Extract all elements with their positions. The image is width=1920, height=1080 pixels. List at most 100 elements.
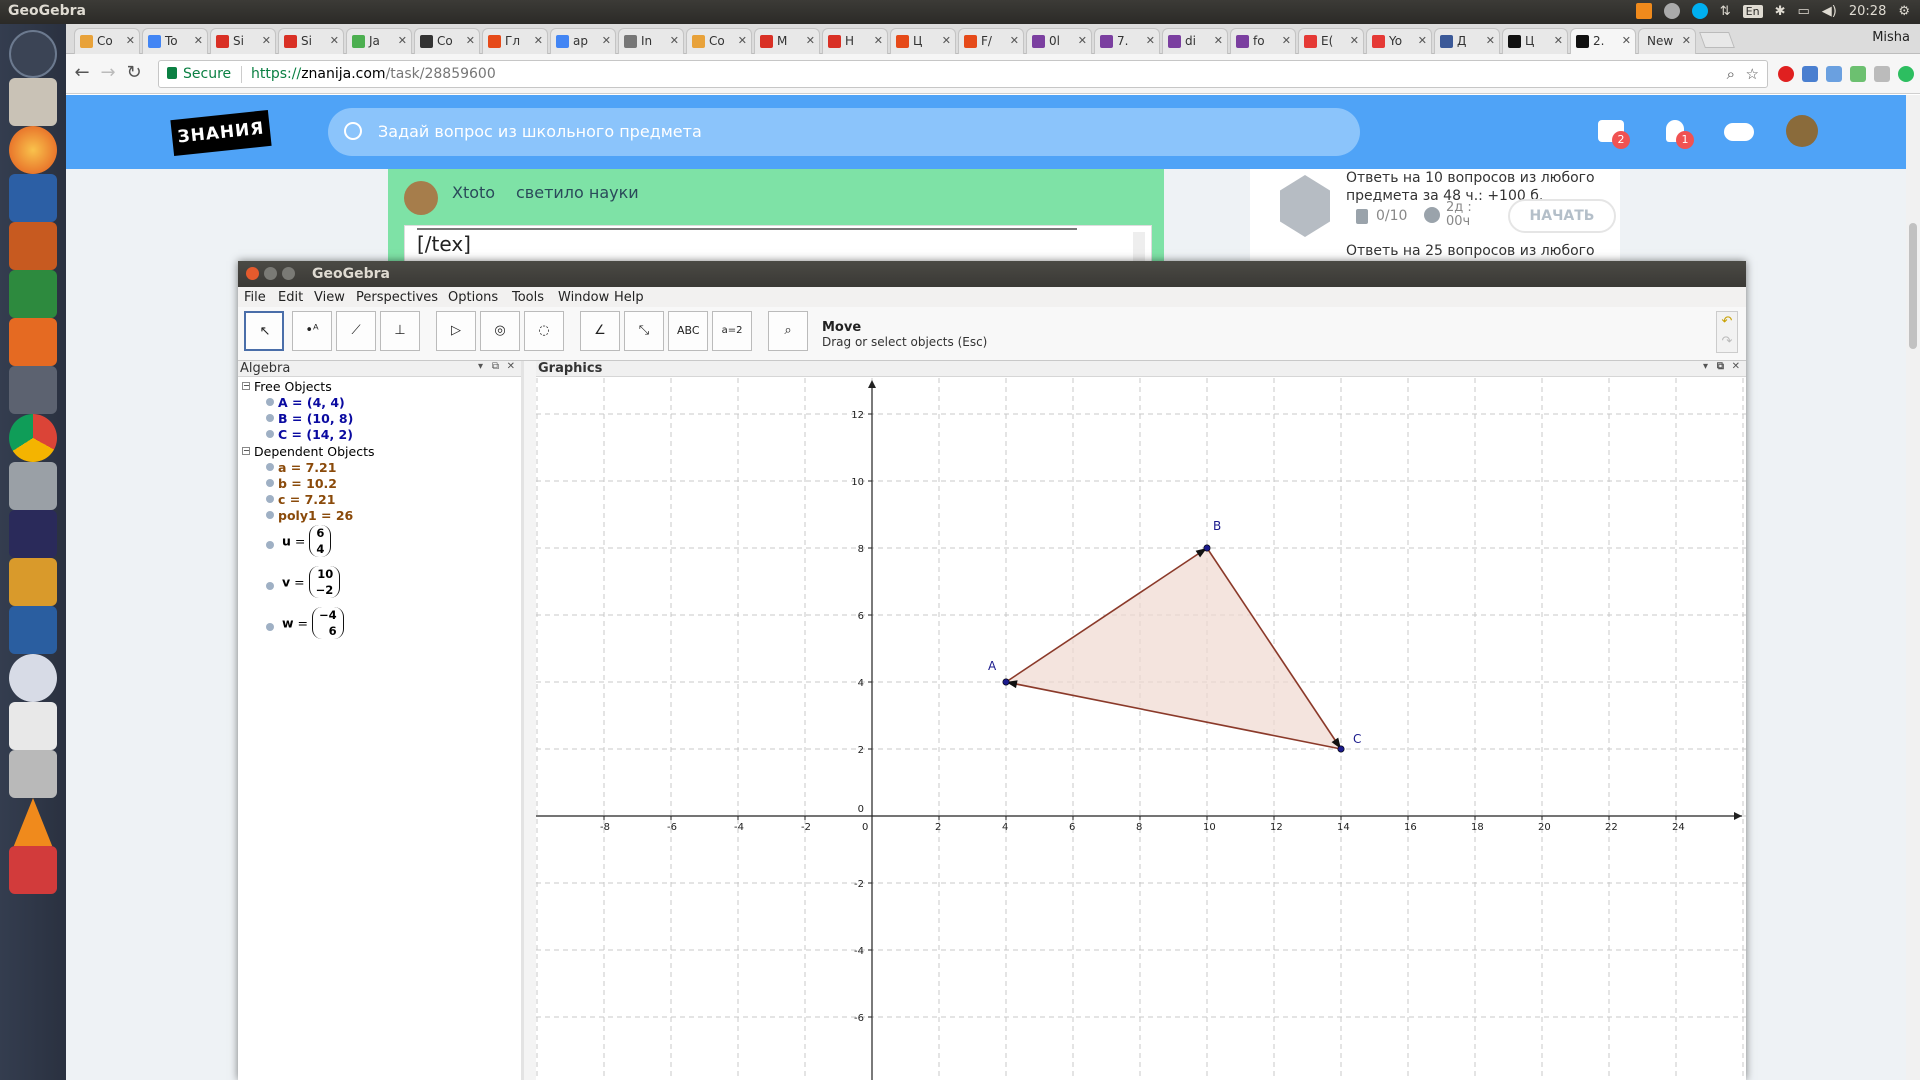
vector-row[interactable]: v = 10 −2 [266,566,341,598]
tab-close-icon[interactable]: ✕ [670,34,679,47]
browser-tab[interactable]: Ja ✕ [346,28,412,54]
browser-tab[interactable]: Co ✕ [74,28,140,54]
free-object-row[interactable]: A = (4, 4) [266,395,345,410]
tab-close-icon[interactable]: ✕ [1282,34,1291,47]
browser-tab[interactable]: Co ✕ [414,28,480,54]
vlc-icon[interactable] [13,798,53,846]
tab-close-icon[interactable]: ✕ [126,34,135,47]
zoom-tool-button[interactable]: ⌕ [768,311,808,351]
menu-view[interactable]: View [314,290,345,305]
vlc-tray-icon[interactable] [1635,3,1652,19]
browser-tab[interactable]: Д ✕ [1434,28,1500,54]
grey-extension-icon[interactable] [1874,66,1890,82]
evernote-extension-icon[interactable] [1898,66,1914,82]
tab-close-icon[interactable]: ✕ [262,34,271,47]
back-button[interactable]: ← [70,62,94,86]
menu-help[interactable]: Help [614,290,644,305]
browser-tab[interactable]: 2. ✕ [1570,28,1636,54]
algebra-close-icon[interactable]: ✕ [507,361,515,372]
menu-window[interactable]: Window [558,290,609,305]
extension-icon[interactable] [1802,66,1818,82]
maximize-icon[interactable] [282,267,295,280]
browser-tab[interactable]: Ц ✕ [1502,28,1568,54]
browser-tab[interactable]: 0l ✕ [1026,28,1092,54]
visibility-toggle[interactable] [266,479,274,487]
tab-close-icon[interactable]: ✕ [1078,34,1087,47]
menu-perspectives[interactable]: Perspectives [356,290,438,305]
stellarium-icon[interactable] [9,510,57,558]
mail-tray-icon[interactable] [1663,3,1680,19]
algebra-menu-icon[interactable]: ▾ [478,361,483,372]
tab-close-icon[interactable]: ✕ [602,34,611,47]
tab-close-icon[interactable]: ✕ [398,34,407,47]
vector-row[interactable]: w = −4 6 [266,607,344,639]
author-avatar[interactable] [404,181,438,215]
browser-tab[interactable]: Si ✕ [210,28,276,54]
geogebra-icon[interactable] [9,654,57,702]
texmaker-icon[interactable] [9,606,57,654]
visibility-toggle[interactable] [266,414,274,422]
tab-close-icon[interactable]: ✕ [466,34,475,47]
opera-extension-icon[interactable] [1778,66,1794,82]
visibility-toggle[interactable] [266,495,274,503]
menu-edit[interactable]: Edit [278,290,303,305]
browser-tab[interactable]: To ✕ [142,28,208,54]
help-icon[interactable] [9,462,57,510]
tab-close-icon[interactable]: ✕ [1554,34,1563,47]
tab-close-icon[interactable]: ✕ [738,34,747,47]
reload-button[interactable]: ↻ [122,62,146,86]
tab-close-icon[interactable]: ✕ [1418,34,1427,47]
author-name[interactable]: Xtoto [452,183,495,202]
browser-tab[interactable]: Si ✕ [278,28,344,54]
browser-tab[interactable]: di ✕ [1162,28,1228,54]
dependent-object-row[interactable]: a = 7.21 [266,460,336,475]
zoom-icon[interactable]: ⌕ [1727,65,1735,83]
start-challenge-button[interactable]: НАЧАТЬ [1508,199,1616,233]
undo-redo-buttons[interactable]: ↶ ↷ [1716,311,1738,353]
pen-extension-icon[interactable] [1826,66,1842,82]
system-settings-icon[interactable] [9,366,57,414]
browser-tab[interactable]: Гл ✕ [482,28,548,54]
browser-tab[interactable]: fo ✕ [1230,28,1296,54]
browser-tab[interactable]: Yo ✕ [1366,28,1432,54]
vector-row[interactable]: u = 6 4 [266,525,332,557]
installer-icon[interactable] [9,750,57,798]
visibility-toggle[interactable] [266,541,274,549]
reflect-tool-button[interactable]: ⤡ [624,311,664,351]
tab-close-icon[interactable]: ✕ [942,34,951,47]
text-editor-icon[interactable] [9,702,57,750]
browser-tab[interactable]: Co ✕ [686,28,752,54]
tab-close-icon[interactable]: ✕ [534,34,543,47]
angle-tool-button[interactable]: ∠ [580,311,620,351]
tab-close-icon[interactable]: ✕ [1682,34,1691,47]
page-scroll-thumb[interactable] [1909,223,1917,349]
ubuntu-dash-icon[interactable] [9,30,57,78]
free-object-row[interactable]: B = (10, 8) [266,411,353,426]
browser-tab[interactable]: Н ✕ [822,28,888,54]
line-tool-button[interactable]: ⟋ [336,311,376,351]
algebra-undock-icon[interactable]: ⧉ [492,361,499,372]
tab-close-icon[interactable]: ✕ [1486,34,1495,47]
circle-tool-button[interactable]: ◎ [480,311,520,351]
close-icon[interactable] [246,267,259,280]
tab-close-icon[interactable]: ✕ [874,34,883,47]
algebra-view[interactable]: Algebra ▾ ⧉ ✕ − Free Objects A = (4, 4) B =… [238,361,524,1080]
visibility-toggle[interactable] [266,398,274,406]
visibility-toggle[interactable] [266,430,274,438]
battery-icon[interactable]: ▭ [1798,4,1810,19]
perpendicular-tool-button[interactable]: ⊥ [380,311,420,351]
menu-file[interactable]: File [244,290,266,305]
tab-close-icon[interactable]: ✕ [1350,34,1359,47]
browser-tab[interactable]: E(✕ [1298,28,1364,54]
tab-close-icon[interactable]: ✕ [806,34,815,47]
tab-close-icon[interactable]: ✕ [194,34,203,47]
files-icon[interactable] [9,78,57,126]
point-tool-button[interactable]: •ᴬ [292,311,332,351]
visibility-toggle[interactable] [266,463,274,471]
coordinate-plane[interactable]: -8 -6 -4 -2 0 2 4 6 8 10 12 14 16 18 20 22 2412108642-2-… [536,378,1746,1080]
forward-button[interactable]: → [96,62,120,86]
collapse-icon[interactable]: − [242,447,250,455]
network-icon[interactable]: ⇅ [1720,4,1731,19]
free-object-row[interactable]: C = (14, 2) [266,427,353,442]
keyboard-layout[interactable]: En [1742,4,1763,18]
